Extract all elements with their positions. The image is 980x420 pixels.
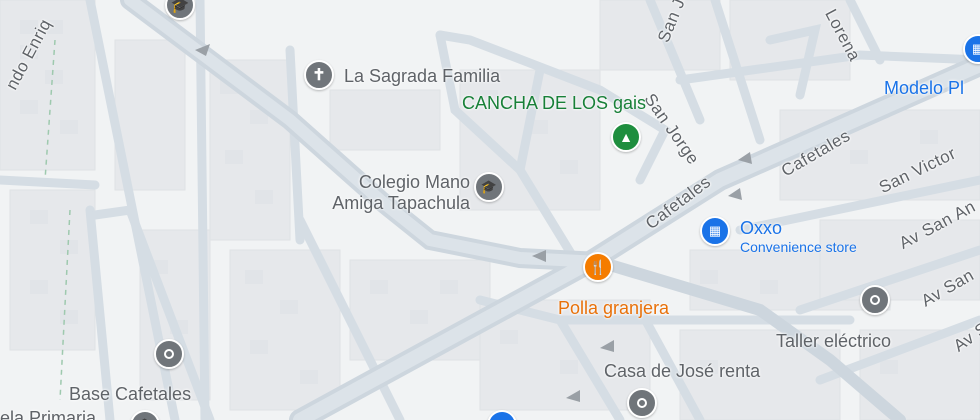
pin-icon	[870, 295, 880, 305]
direction-arrow	[728, 188, 742, 200]
map-canvas[interactable]: San Jorge San Jorge Lorena Cafetales Caf…	[0, 0, 980, 420]
pin-icon	[637, 398, 647, 408]
poi-sagrada-familia-pin[interactable]: ✝	[304, 60, 334, 90]
poi-oxxo-label[interactable]: Oxxo	[740, 218, 782, 239]
poi-base-cafetales-pin[interactable]	[154, 339, 184, 369]
pin-icon	[164, 349, 174, 359]
poi-colegio-label[interactable]: Colegio Mano Amiga Tapachula	[302, 172, 470, 214]
poi-taller-label[interactable]: Taller eléctrico	[776, 331, 891, 352]
poi-sagrada-familia-label[interactable]: La Sagrada Familia	[344, 66, 500, 87]
school-icon: 🎓	[480, 179, 498, 194]
store-icon: ▦	[971, 41, 980, 56]
school-icon: 🎓	[170, 0, 190, 14]
poi-modelo-label[interactable]: Modelo Pl	[884, 78, 964, 99]
poi-oxxo-category: Convenience store	[740, 239, 857, 255]
tree-icon: ▲	[619, 129, 633, 145]
poi-polla-pin[interactable]: 🍴	[583, 252, 613, 282]
poi-oxxo-pin[interactable]: ▦	[700, 216, 730, 246]
store-icon: ▦	[708, 223, 722, 238]
poi-taller-pin[interactable]	[860, 285, 890, 315]
poi-colegio-line1: Colegio Mano	[358, 172, 470, 192]
poi-colegio-line2: Amiga Tapachula	[332, 193, 470, 213]
poi-cancha-pin[interactable]: ▲	[611, 122, 641, 152]
map-base-layer	[0, 0, 980, 420]
poi-casa-jose-label[interactable]: Casa de José renta	[604, 361, 760, 382]
poi-colegio-pin[interactable]: 🎓	[474, 172, 504, 202]
cross-icon: ✝	[312, 67, 326, 84]
poi-casa-jose-pin[interactable]	[627, 388, 657, 418]
poi-base-cafetales-label[interactable]: Base Cafetales	[69, 384, 191, 405]
poi-escuela-label[interactable]: uela Primaria	[0, 408, 96, 420]
poi-polla-label[interactable]: Polla granjera	[558, 298, 669, 319]
poi-cancha-label[interactable]: CANCHA DE LOS gais	[462, 93, 646, 114]
restaurant-icon: 🍴	[589, 258, 607, 275]
